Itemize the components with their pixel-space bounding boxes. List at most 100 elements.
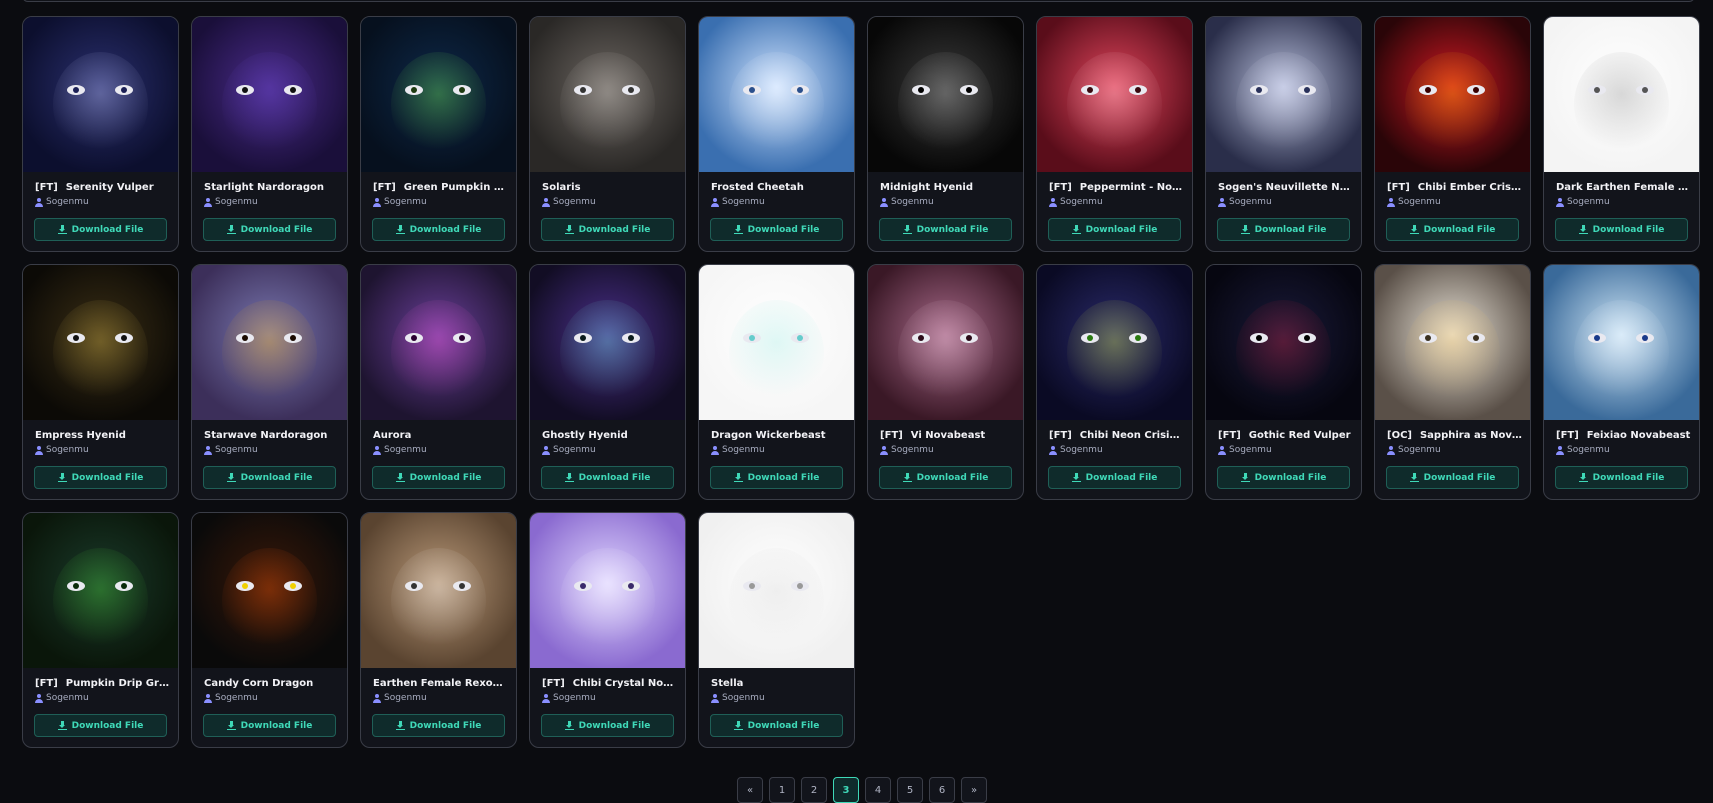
model-thumbnail[interactable] [868,17,1023,172]
download-file-button[interactable]: Download File [203,466,336,489]
model-card[interactable]: [FT] Gothic Red Vulper Sogenmu Download Fil… [1205,264,1362,500]
download-file-button[interactable]: Download File [710,218,843,241]
model-author[interactable]: Sogenmu [204,445,258,455]
model-card[interactable]: Solaris Sogenmu Download File [529,16,686,252]
model-author[interactable]: Sogenmu [1387,445,1441,455]
model-thumbnail[interactable] [699,17,854,172]
download-file-button[interactable]: Download File [541,466,674,489]
model-author[interactable]: Sogenmu [1218,197,1272,207]
download-file-button[interactable]: Download File [1555,218,1688,241]
download-file-button[interactable]: Download File [34,714,167,737]
page-button-6[interactable]: 6 [929,777,955,803]
model-author[interactable]: Sogenmu [35,197,89,207]
model-author[interactable]: Sogenmu [1049,197,1103,207]
download-file-button[interactable]: Download File [372,218,505,241]
model-thumbnail[interactable] [1375,17,1530,172]
download-file-button[interactable]: Download File [541,714,674,737]
model-author[interactable]: Sogenmu [711,693,765,703]
model-thumbnail[interactable] [192,513,347,668]
model-thumbnail[interactable] [23,265,178,420]
model-author[interactable]: Sogenmu [880,445,934,455]
model-card[interactable]: Ghostly Hyenid Sogenmu Download File [529,264,686,500]
model-author[interactable]: Sogenmu [204,693,258,703]
download-file-button[interactable]: Download File [710,466,843,489]
download-file-button[interactable]: Download File [34,218,167,241]
model-card[interactable]: [FT] Peppermint - Nova... Sogenmu Download … [1036,16,1193,252]
download-file-button[interactable]: Download File [372,466,505,489]
page-prev-button[interactable]: « [737,777,763,803]
model-card[interactable]: Frosted Cheetah Sogenmu Download File [698,16,855,252]
model-thumbnail[interactable] [530,265,685,420]
download-file-button[interactable]: Download File [372,714,505,737]
model-author[interactable]: Sogenmu [1387,197,1441,207]
model-card[interactable]: Midnight Hyenid Sogenmu Download File [867,16,1024,252]
model-card[interactable]: [FT] Vi Novabeast Sogenmu Download File [867,264,1024,500]
model-card[interactable]: Starlight Nardoragon Sogenmu Download File [191,16,348,252]
download-file-button[interactable]: Download File [1217,218,1350,241]
download-file-button[interactable]: Download File [1555,466,1688,489]
download-file-button[interactable]: Download File [1217,466,1350,489]
model-thumbnail[interactable] [1544,17,1699,172]
model-thumbnail[interactable] [1206,265,1361,420]
model-author[interactable]: Sogenmu [1049,445,1103,455]
model-thumbnail[interactable] [1375,265,1530,420]
model-thumbnail[interactable] [530,17,685,172]
model-card[interactable]: [OC] Sapphira as Nova... Sogenmu Download F… [1374,264,1531,500]
model-author[interactable]: Sogenmu [373,445,427,455]
model-thumbnail[interactable] [530,513,685,668]
model-author[interactable]: Sogenmu [880,197,934,207]
model-card[interactable]: [FT] Serenity Vulper Sogenmu Download File [22,16,179,252]
model-author[interactable]: Sogenmu [542,693,596,703]
model-card[interactable]: [FT] Pumpkin Drip Gree... Sogenmu Download … [22,512,179,748]
page-button-3[interactable]: 3 [833,777,859,803]
page-button-4[interactable]: 4 [865,777,891,803]
download-file-button[interactable]: Download File [710,714,843,737]
model-card[interactable]: [FT] Feixiao Novabeast Sogenmu Download Fil… [1543,264,1700,500]
model-thumbnail[interactable] [1206,17,1361,172]
model-author[interactable]: Sogenmu [204,197,258,207]
model-card[interactable]: Sogen's Neuvillette Nova... Sogenmu Downlo… [1205,16,1362,252]
model-author[interactable]: Sogenmu [542,197,596,207]
model-card[interactable]: [FT] Chibi Neon Crisis N... Sogenmu Downloa… [1036,264,1193,500]
model-author[interactable]: Sogenmu [711,197,765,207]
model-author[interactable]: Sogenmu [373,693,427,703]
download-file-button[interactable]: Download File [1386,218,1519,241]
download-file-button[interactable]: Download File [879,218,1012,241]
model-thumbnail[interactable] [1037,265,1192,420]
download-file-button[interactable]: Download File [879,466,1012,489]
model-author[interactable]: Sogenmu [35,445,89,455]
model-card[interactable]: Candy Corn Dragon Sogenmu Download File [191,512,348,748]
model-thumbnail[interactable] [23,513,178,668]
model-card[interactable]: [FT] Green Pumpkin Dri... Sogenmu Download … [360,16,517,252]
model-card[interactable]: Dragon Wickerbeast Sogenmu Download File [698,264,855,500]
download-file-button[interactable]: Download File [1386,466,1519,489]
model-thumbnail[interactable] [1544,265,1699,420]
model-author[interactable]: Sogenmu [373,197,427,207]
model-author[interactable]: Sogenmu [35,693,89,703]
model-author[interactable]: Sogenmu [711,445,765,455]
page-button-1[interactable]: 1 [769,777,795,803]
model-thumbnail[interactable] [1037,17,1192,172]
model-thumbnail[interactable] [361,265,516,420]
model-author[interactable]: Sogenmu [1218,445,1272,455]
model-card[interactable]: Earthen Female Rexouium Sogenmu Download F… [360,512,517,748]
download-file-button[interactable]: Download File [34,466,167,489]
model-author[interactable]: Sogenmu [1556,197,1610,207]
model-card[interactable]: Empress Hyenid Sogenmu Download File [22,264,179,500]
download-file-button[interactable]: Download File [203,218,336,241]
model-author[interactable]: Sogenmu [1556,445,1610,455]
model-author[interactable]: Sogenmu [542,445,596,455]
download-file-button[interactable]: Download File [1048,466,1181,489]
model-card[interactable]: Aurora Sogenmu Download File [360,264,517,500]
model-thumbnail[interactable] [361,513,516,668]
model-thumbnail[interactable] [699,513,854,668]
model-thumbnail[interactable] [868,265,1023,420]
download-file-button[interactable]: Download File [1048,218,1181,241]
model-thumbnail[interactable] [699,265,854,420]
model-thumbnail[interactable] [361,17,516,172]
model-thumbnail[interactable] [192,17,347,172]
model-thumbnail[interactable] [23,17,178,172]
page-button-5[interactable]: 5 [897,777,923,803]
model-card[interactable]: Starwave Nardoragon Sogenmu Download File [191,264,348,500]
download-file-button[interactable]: Download File [541,218,674,241]
